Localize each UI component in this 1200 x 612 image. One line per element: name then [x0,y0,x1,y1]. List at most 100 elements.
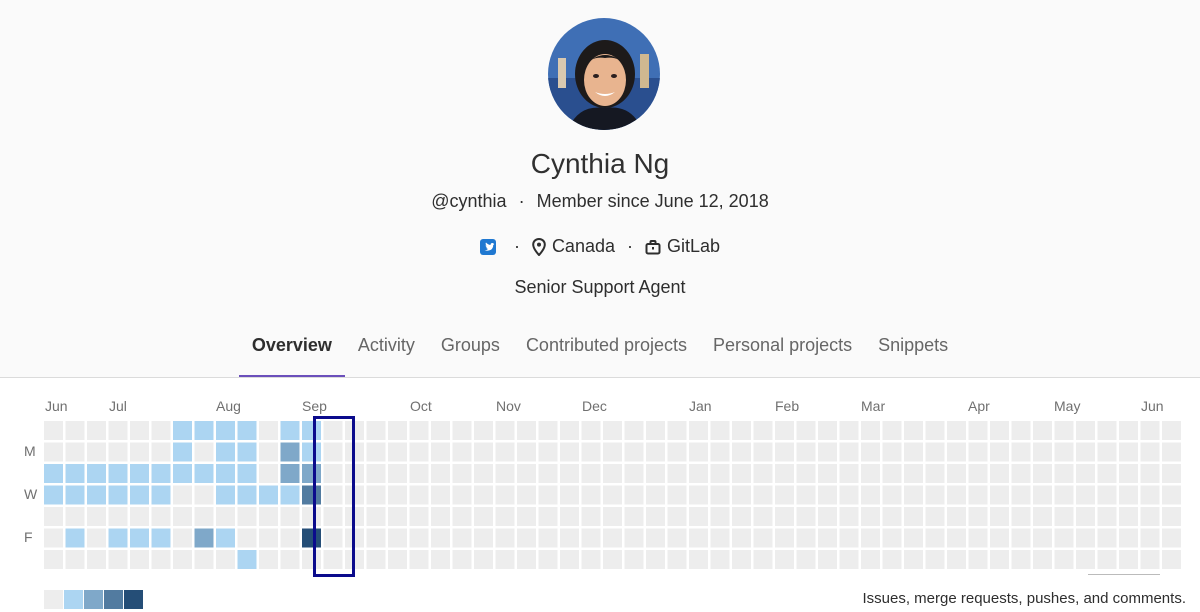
day-cell[interactable] [1076,421,1095,440]
day-cell[interactable] [904,485,923,505]
day-cell[interactable] [1076,442,1095,462]
day-cell[interactable] [237,421,257,440]
day-cell[interactable] [732,507,751,526]
day-cell[interactable] [624,421,644,440]
day-cell[interactable] [581,421,601,440]
day-cell[interactable] [130,442,149,462]
day-cell[interactable] [452,550,472,569]
day-cell[interactable] [1076,550,1095,569]
day-cell[interactable] [216,442,235,462]
day-cell[interactable] [753,528,773,548]
day-cell[interactable] [495,442,515,462]
day-cell[interactable] [495,550,515,569]
day-cell[interactable] [796,528,816,548]
day-cell[interactable] [1162,507,1181,526]
day-cell[interactable] [259,550,278,569]
day-cell[interactable] [1033,421,1052,440]
day-cell[interactable] [1162,421,1181,440]
day-cell[interactable] [689,485,708,505]
day-cell[interactable] [732,550,751,569]
day-cell[interactable] [366,464,386,483]
day-cell[interactable] [87,464,106,483]
day-cell[interactable] [366,550,386,569]
day-cell[interactable] [517,442,536,462]
day-cell[interactable] [1054,507,1074,526]
day-cell[interactable] [44,442,63,462]
day-cell[interactable] [409,485,429,505]
day-cell[interactable] [173,528,192,548]
tab-contributed-projects[interactable]: Contributed projects [513,330,700,377]
day-cell[interactable] [1011,442,1031,462]
day-cell[interactable] [538,507,558,526]
day-cell[interactable] [1097,442,1117,462]
day-cell[interactable] [495,485,515,505]
tab-snippets[interactable]: Snippets [865,330,961,377]
day-cell[interactable] [624,528,644,548]
day-cell[interactable] [44,507,63,526]
day-cell[interactable] [990,421,1009,440]
day-cell[interactable] [409,464,429,483]
day-cell[interactable] [1011,507,1031,526]
day-cell[interactable] [818,507,837,526]
day-cell[interactable] [1011,550,1031,569]
day-cell[interactable] [495,507,515,526]
day-cell[interactable] [732,485,751,505]
day-cell[interactable] [538,464,558,483]
day-cell[interactable] [882,528,902,548]
day-cell[interactable] [990,442,1009,462]
day-cell[interactable] [1140,507,1160,526]
day-cell[interactable] [388,421,407,440]
day-cell[interactable] [1140,442,1160,462]
day-cell[interactable] [710,507,730,526]
day-cell[interactable] [130,421,149,440]
day-cell[interactable] [259,485,278,505]
day-cell[interactable] [280,421,300,440]
day-cell[interactable] [1119,464,1138,483]
day-cell[interactable] [280,507,300,526]
day-cell[interactable] [624,507,644,526]
day-cell[interactable] [882,507,902,526]
day-cell[interactable] [173,485,192,505]
day-cell[interactable] [796,421,816,440]
day-cell[interactable] [1033,528,1052,548]
day-cell[interactable] [646,442,665,462]
day-cell[interactable] [474,550,493,569]
day-cell[interactable] [667,464,687,483]
day-cell[interactable] [151,507,171,526]
day-cell[interactable] [517,507,536,526]
day-cell[interactable] [44,485,63,505]
day-cell[interactable] [87,550,106,569]
day-cell[interactable] [646,507,665,526]
day-cell[interactable] [1076,464,1095,483]
day-cell[interactable] [710,528,730,548]
day-cell[interactable] [861,550,880,569]
day-cell[interactable] [689,528,708,548]
day-cell[interactable] [1033,507,1052,526]
day-cell[interactable] [560,507,579,526]
day-cell[interactable] [388,507,407,526]
day-cell[interactable] [538,485,558,505]
day-cell[interactable] [603,528,622,548]
day-cell[interactable] [1097,507,1117,526]
day-cell[interactable] [194,421,214,440]
day-cell[interactable] [581,528,601,548]
day-cell[interactable] [775,507,794,526]
day-cell[interactable] [280,442,300,462]
day-cell[interactable] [839,464,859,483]
day-cell[interactable] [947,442,966,462]
day-cell[interactable] [753,485,773,505]
day-cell[interactable] [87,485,106,505]
day-cell[interactable] [194,550,214,569]
day-cell[interactable] [818,528,837,548]
day-cell[interactable] [388,485,407,505]
day-cell[interactable] [1140,464,1160,483]
day-cell[interactable] [839,442,859,462]
day-cell[interactable] [1011,485,1031,505]
day-cell[interactable] [237,528,257,548]
day-cell[interactable] [1140,550,1160,569]
day-cell[interactable] [689,507,708,526]
day-cell[interactable] [1011,528,1031,548]
day-cell[interactable] [1054,485,1074,505]
day-cell[interactable] [904,507,923,526]
day-cell[interactable] [775,464,794,483]
